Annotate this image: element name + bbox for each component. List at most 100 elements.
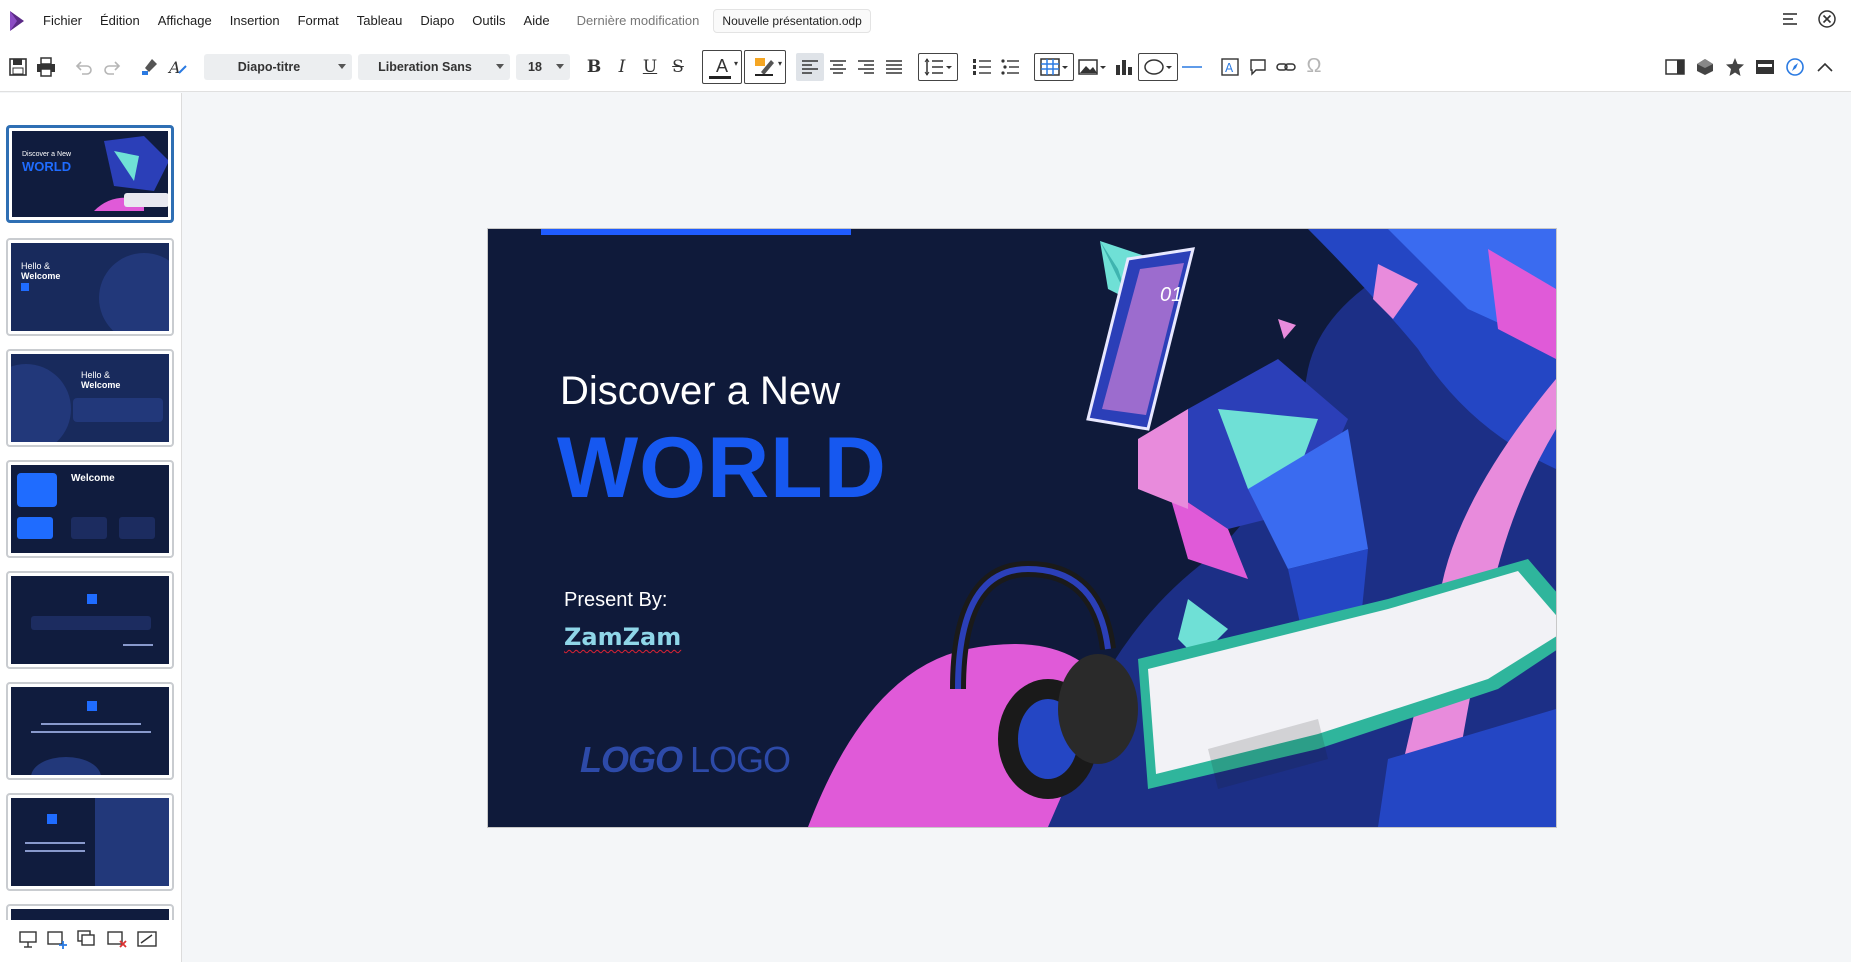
slide-thumbnail-6[interactable]: [6, 682, 174, 780]
chevron-down-icon: [496, 63, 504, 69]
paragraph-style-select[interactable]: Diapo-titre: [204, 53, 352, 80]
bold-button[interactable]: B: [580, 53, 608, 81]
menu-edit[interactable]: Édition: [91, 0, 149, 42]
sidebar-panel-icon[interactable]: [1661, 53, 1689, 81]
collapse-toolbar-icon[interactable]: [1811, 53, 1839, 81]
menu-insert[interactable]: Insertion: [221, 0, 289, 42]
insert-comment-icon[interactable]: [1244, 53, 1272, 81]
redo-icon[interactable]: [98, 53, 126, 81]
thumb-line1: Hello &: [21, 261, 51, 271]
toolbar: A Diapo-titre Liberation Sans 18 B I U S…: [0, 42, 1851, 92]
slide-canvas[interactable]: 01 Discover a New WORLD Present By: ZamZ…: [488, 229, 1556, 827]
thumb-line2: Welcome: [21, 271, 61, 281]
logo-placeholder-1[interactable]: LOGO: [580, 739, 683, 781]
slide-thumbnail-7[interactable]: [6, 793, 174, 891]
print-icon[interactable]: [32, 53, 60, 81]
master-slides-icon[interactable]: [1751, 53, 1779, 81]
slide-thumbnail-2[interactable]: Hello & Welcome: [6, 238, 174, 336]
paragraph-style-value: Diapo-titre: [237, 59, 301, 74]
svg-text:A: A: [1225, 61, 1234, 75]
slide-thumbnail-5[interactable]: [6, 571, 174, 669]
align-right-icon[interactable]: [852, 53, 880, 81]
menu-view[interactable]: Affichage: [149, 0, 221, 42]
slide-background: 01 Discover a New WORLD Present By: ZamZ…: [488, 229, 1556, 827]
thumbnail-preview: [11, 687, 169, 775]
thumbnail-preview: [11, 576, 169, 664]
insert-link-icon[interactable]: [1272, 53, 1300, 81]
chevron-down-icon: ▾: [733, 58, 738, 68]
thumb-line2: Welcome: [71, 473, 115, 484]
thumb-line2: Welcome: [81, 380, 121, 390]
thumbnail-preview: Hello & Welcome: [11, 354, 169, 442]
clear-formatting-icon[interactable]: A: [164, 53, 192, 81]
special-character-icon[interactable]: Ω: [1300, 53, 1328, 81]
close-document-icon[interactable]: [1817, 9, 1837, 34]
save-icon[interactable]: [4, 53, 32, 81]
sidebar-toggle-icon[interactable]: [1781, 11, 1799, 32]
strikethrough-button[interactable]: S: [664, 53, 692, 81]
line-spacing-icon[interactable]: [918, 52, 958, 81]
slide-transition-icon[interactable]: [1691, 53, 1719, 81]
delete-slide-icon[interactable]: [106, 929, 128, 954]
align-left-icon[interactable]: [796, 52, 824, 81]
app-logo-icon[interactable]: [0, 0, 34, 42]
highlight-color-button[interactable]: ▾: [744, 49, 786, 84]
italic-button[interactable]: I: [608, 53, 636, 81]
last-modified-label[interactable]: Dernière modification: [577, 0, 700, 42]
menu-tools[interactable]: Outils: [463, 0, 514, 42]
menubar-right: [1781, 0, 1837, 42]
slide-layout-icon[interactable]: [136, 929, 158, 954]
menu-file[interactable]: Fichier: [34, 0, 91, 42]
font-color-button[interactable]: A ▾: [702, 49, 742, 84]
phone-number-text: 01: [1160, 284, 1182, 306]
slide-title-line2[interactable]: WORLD: [557, 419, 887, 518]
filename-field[interactable]: Nouvelle présentation.odp: [713, 9, 871, 33]
menu-help[interactable]: Aide: [515, 0, 559, 42]
insert-chart-icon[interactable]: [1110, 53, 1138, 81]
menu-bar: Fichier Édition Affichage Insertion Form…: [0, 0, 1851, 42]
menu-slide[interactable]: Diapo: [411, 0, 463, 42]
navigator-icon[interactable]: [1781, 53, 1809, 81]
thumb-line1: Discover a New: [22, 151, 72, 158]
justify-icon[interactable]: [880, 53, 908, 81]
menu-table[interactable]: Tableau: [348, 0, 412, 42]
thumb-art: [94, 136, 168, 211]
slide-thumbnail-1[interactable]: Discover a New WORLD: [6, 125, 174, 223]
slide-thumbnail-3[interactable]: Hello & Welcome: [6, 349, 174, 447]
font-size-select[interactable]: 18: [516, 53, 570, 80]
clone-formatting-icon[interactable]: [136, 53, 164, 81]
thumb-line1: Hello &: [81, 370, 111, 380]
chevron-down-icon: [338, 63, 346, 69]
insert-table-icon[interactable]: [1034, 52, 1074, 81]
font-name-value: Liberation Sans: [378, 59, 472, 74]
duplicate-slide-icon[interactable]: [76, 929, 98, 954]
ordered-list-icon[interactable]: [968, 53, 996, 81]
font-size-value: 18: [528, 59, 542, 74]
presentation-icon[interactable]: [18, 929, 38, 954]
slide-thumbnail-4[interactable]: Welcome: [6, 460, 174, 558]
animation-star-icon[interactable]: [1721, 53, 1749, 81]
basic-shapes-icon[interactable]: [1138, 52, 1178, 81]
slide-sorter-panel: Discover a New WORLD Hello & Welcome Hel…: [0, 93, 182, 962]
unordered-list-icon[interactable]: [996, 53, 1024, 81]
logo-placeholder-2[interactable]: LOGO: [690, 739, 791, 781]
align-center-icon[interactable]: [824, 53, 852, 81]
thumb-line2: WORLD: [22, 159, 72, 174]
thumbnail-preview: [11, 798, 169, 886]
slide-title-line1[interactable]: Discover a New: [560, 369, 840, 414]
underline-button[interactable]: U: [636, 53, 664, 81]
font-color-glyph: A: [715, 56, 728, 76]
insert-image-icon[interactable]: [1074, 53, 1110, 81]
presenter-name[interactable]: ZamZam: [564, 623, 681, 651]
font-name-select[interactable]: Liberation Sans: [358, 53, 510, 80]
menu-format[interactable]: Format: [289, 0, 348, 42]
slide-panel-actions: [0, 920, 181, 962]
undo-icon[interactable]: [70, 53, 98, 81]
new-slide-icon[interactable]: [46, 929, 68, 954]
font-color-swatch: [709, 75, 731, 79]
slide-artwork: 01: [808, 229, 1556, 827]
insert-line-icon[interactable]: [1178, 53, 1206, 81]
insert-textbox-icon[interactable]: A: [1216, 53, 1244, 81]
chevron-down-icon: ▾: [777, 58, 782, 68]
present-by-label[interactable]: Present By:: [564, 589, 667, 612]
